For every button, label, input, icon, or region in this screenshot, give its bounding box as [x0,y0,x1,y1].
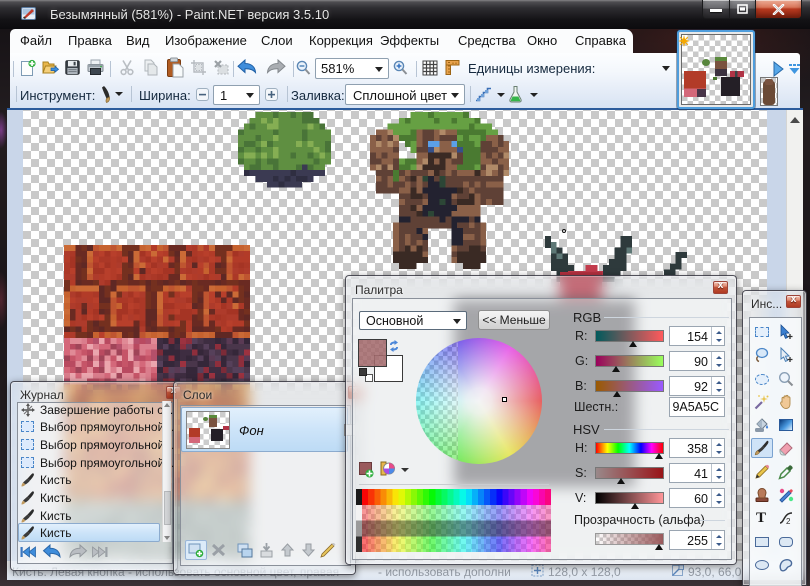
svg-text:2: 2 [786,517,791,526]
